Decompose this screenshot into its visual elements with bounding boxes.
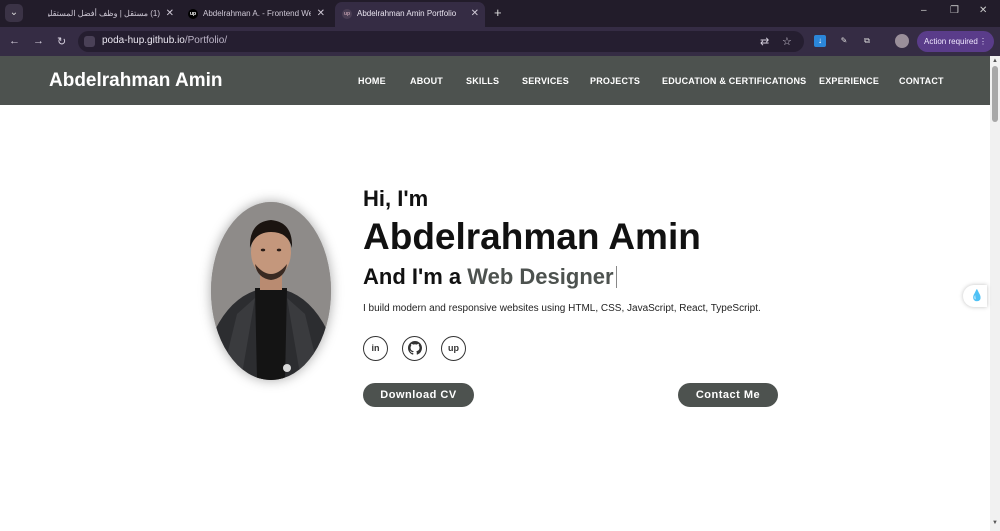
minimize-icon[interactable]: – [921,5,927,16]
close-window-icon[interactable]: ✕ [979,5,987,16]
hero-description: I build modern and responsive websites u… [363,303,761,314]
contact-me-button[interactable]: Contact Me [678,383,778,407]
page-scrollbar[interactable] [990,56,1000,531]
nav-about[interactable]: ABOUT [410,76,443,86]
tab-search-button[interactable]: ⌄ [5,4,23,22]
nav-skills[interactable]: SKILLS [466,76,499,86]
nav-education-certifications[interactable]: EDUCATION & CERTIFICATIONS [662,76,806,86]
browser-tab-strip: ⌄ (1) مستقل | وظف أفضل المستقلين ✕ up Ab… [0,0,1000,27]
action-required-button[interactable]: Action required ⋮ [917,31,994,52]
browser-tab-mostaql[interactable]: (1) مستقل | وظف أفضل المستقلين ✕ [30,2,180,27]
extensions-puzzle-icon[interactable]: ⧉ [861,35,873,47]
back-arrow-icon[interactable]: ← [9,35,20,47]
github-icon[interactable] [402,336,427,361]
download-extension-icon[interactable]: ↓ [814,35,826,47]
typed-role-text: Web Designer [467,264,614,289]
tab-title: (1) مستقل | وظف أفضل المستقلين [48,9,160,18]
download-cv-button[interactable]: Download CV [363,383,474,407]
site-header: Abdelrahman Amin HOME ABOUT SKILLS SERVI… [0,56,990,105]
upwork-favicon-icon: up [188,9,198,19]
restore-icon[interactable]: ❐ [950,5,959,16]
tab-title: Abdelrahman A. - Frontend Web [203,9,311,18]
tab-close-icon[interactable]: ✕ [166,2,174,26]
browser-toolbar: ← → ↻ poda-hup.github.io/Portfolio/ ⇄ ☆ … [0,27,1000,56]
hero-name: Abdelrahman Amin [363,216,701,257]
translate-icon[interactable]: ⇄ [760,35,769,48]
tab-close-icon[interactable]: ✕ [317,2,325,26]
scrollbar-thumb[interactable] [992,66,998,122]
scroll-down-arrow-icon[interactable]: ▼ [992,520,998,526]
kebab-menu-icon[interactable]: ⋮ [979,31,987,52]
nav-home[interactable]: HOME [358,76,386,86]
typing-cursor [615,266,617,288]
address-bar[interactable]: poda-hup.github.io/Portfolio/ ⇄ ☆ [78,31,804,52]
browser-tab-portfolio-active[interactable]: up Abdelrahman Amin Portfolio ✕ [335,2,485,27]
reload-icon[interactable]: ↻ [57,35,66,48]
new-tab-button[interactable]: + [494,5,502,21]
hero-role: And I'm a Web Designer [363,264,617,290]
tab-title: Abdelrahman Amin Portfolio [357,9,457,18]
hero-greeting: Hi, I'm [363,186,429,211]
nav-services[interactable]: SERVICES [522,76,569,86]
linkedin-icon[interactable]: in [363,336,388,361]
github-glyph [407,341,422,355]
upwork-icon[interactable]: up [441,336,466,361]
tab-close-icon[interactable]: ✕ [471,2,479,26]
nav-projects[interactable]: PROJECTS [590,76,640,86]
nav-experience[interactable]: EXPERIENCE [819,76,879,86]
bookmark-star-icon[interactable]: ☆ [782,35,792,48]
water-drop-icon: 💧 [970,290,984,302]
scroll-up-arrow-icon[interactable]: ▲ [992,58,998,64]
nav-contact[interactable]: CONTACT [899,76,944,86]
portrait-illustration [211,202,331,380]
site-logo[interactable]: Abdelrahman Amin [49,70,223,92]
floating-widget-button[interactable]: 💧 [963,285,987,307]
forward-arrow-icon[interactable]: → [33,35,44,47]
profile-photo [211,202,331,380]
site-info-icon[interactable] [84,36,95,47]
url-text[interactable]: poda-hup.github.io/Portfolio/ [102,35,227,46]
profile-avatar[interactable] [895,34,909,48]
page-favicon-icon: up [342,9,352,19]
pen-extension-icon[interactable]: ✎ [838,35,850,47]
browser-tab-upwork[interactable]: up Abdelrahman A. - Frontend Web ✕ [181,2,331,27]
